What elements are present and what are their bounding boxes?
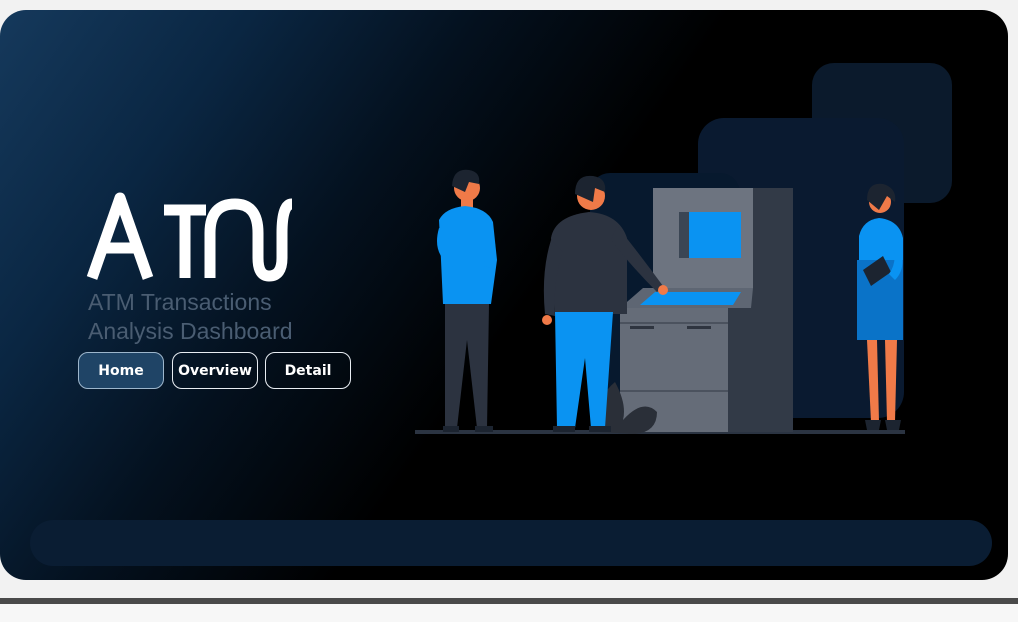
subtitle-line-2: Analysis Dashboard [88, 318, 293, 344]
subtitle-line-1: ATM Transactions [88, 289, 272, 315]
detail-button[interactable]: Detail [265, 352, 351, 389]
atm-users-illustration [415, 63, 952, 434]
dashboard-subtitle: ATM Transactions Analysis Dashboard [88, 288, 293, 346]
man-left-figure [437, 169, 497, 432]
footer-bar [30, 520, 992, 566]
home-button[interactable]: Home [78, 352, 164, 389]
dashboard-home-card: ATM Transactions Analysis Dashboard Home… [0, 10, 1008, 580]
overview-button[interactable]: Overview [172, 352, 258, 389]
atm-logo [86, 192, 294, 282]
bottom-scroll-strip [0, 598, 1018, 622]
